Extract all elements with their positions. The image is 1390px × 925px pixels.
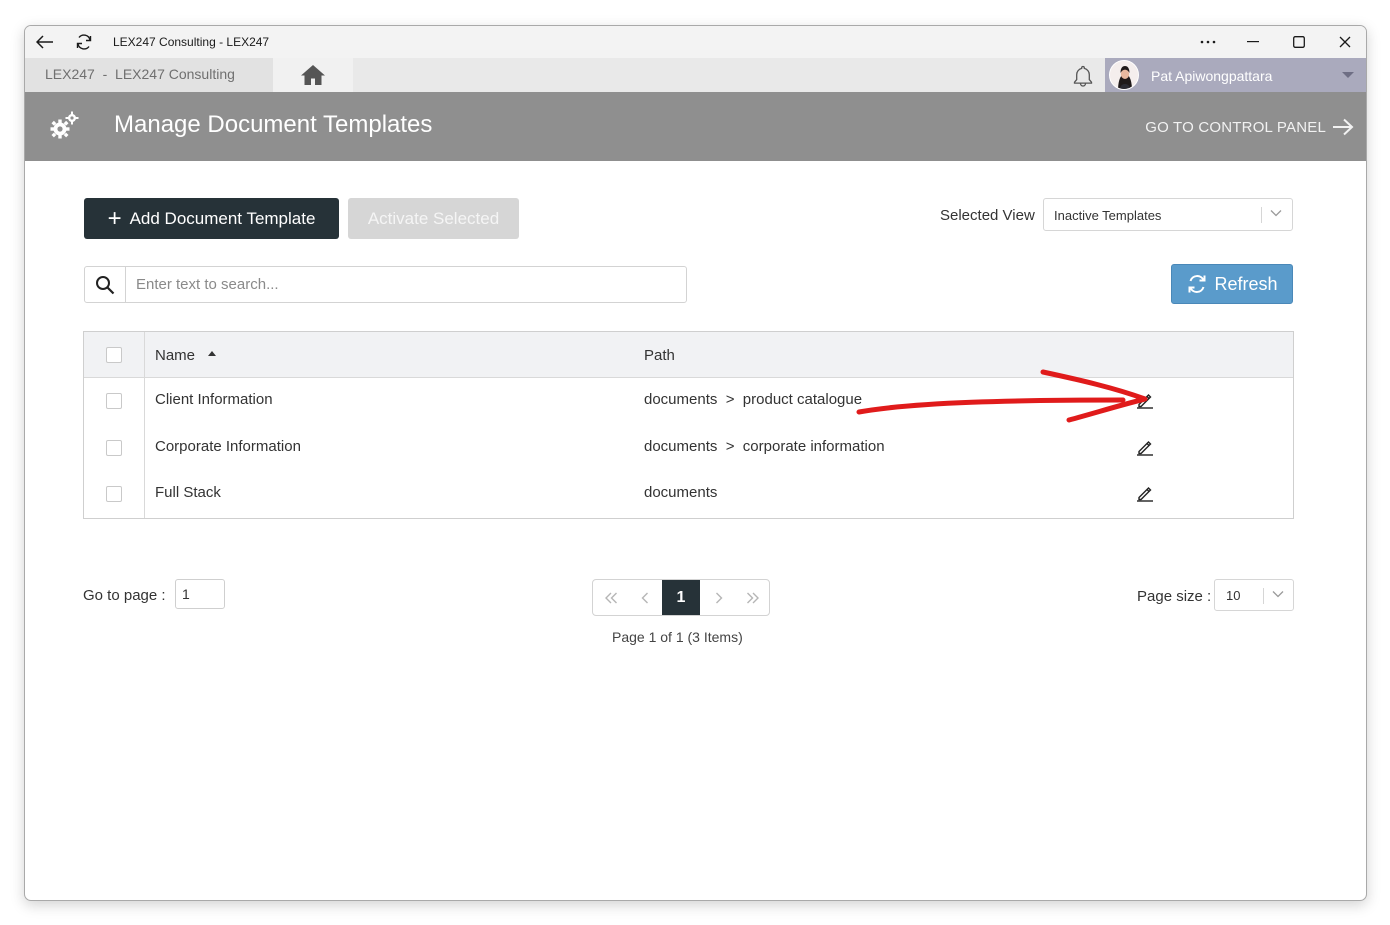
breadcrumb: LEX247 - LEX247 Consulting bbox=[45, 66, 235, 82]
title-bar: LEX247 Consulting - LEX247 bbox=[25, 26, 1366, 58]
add-document-template-label: Add Document Template bbox=[129, 208, 316, 228]
chevron-down-icon bbox=[1342, 72, 1354, 78]
avatar bbox=[1109, 60, 1139, 90]
edit-pencil-icon[interactable] bbox=[1134, 389, 1156, 411]
back-arrow-icon[interactable] bbox=[33, 31, 57, 53]
page-header: Manage Document Templates GO TO CONTROL … bbox=[25, 92, 1366, 161]
column-header-path[interactable]: Path bbox=[644, 347, 675, 364]
user-name: Pat Apiwongpattara bbox=[1151, 68, 1273, 84]
row-name: Corporate Information bbox=[155, 438, 301, 455]
home-button[interactable] bbox=[273, 58, 353, 92]
sort-ascending-icon[interactable] bbox=[208, 351, 216, 356]
chevron-down-icon bbox=[1272, 591, 1284, 598]
pager-summary: Page 1 of 1 (3 Items) bbox=[612, 629, 743, 645]
refresh-label: Refresh bbox=[1214, 273, 1278, 294]
app-window: LEX247 Consulting - LEX247 LEX247 - LEX2… bbox=[24, 25, 1367, 901]
edit-pencil-icon[interactable] bbox=[1134, 482, 1156, 504]
home-icon bbox=[301, 65, 325, 85]
page-size-dropdown[interactable]: 10 bbox=[1214, 579, 1294, 611]
minimize-icon[interactable] bbox=[1241, 31, 1265, 53]
go-to-page-input[interactable] bbox=[175, 579, 225, 609]
activate-selected-button[interactable]: Activate Selected bbox=[348, 198, 519, 239]
page-size-label: Page size : bbox=[1137, 588, 1212, 605]
go-to-control-panel-link[interactable]: GO TO CONTROL PANEL bbox=[1145, 118, 1354, 136]
refresh-button[interactable]: Refresh bbox=[1171, 264, 1293, 304]
control-panel-link-label: GO TO CONTROL PANEL bbox=[1145, 118, 1326, 136]
templates-table: Name Path Client Information documents >… bbox=[83, 331, 1294, 519]
arrow-right-icon bbox=[1333, 118, 1354, 136]
app-bar: LEX247 - LEX247 Consulting Pat Apiwongpa… bbox=[25, 58, 1366, 92]
page-size-value: 10 bbox=[1226, 588, 1241, 603]
refresh-icon bbox=[1188, 275, 1206, 293]
pager: 1 bbox=[592, 579, 770, 616]
select-all-checkbox[interactable] bbox=[106, 347, 122, 363]
selected-view-label: Selected View bbox=[940, 207, 1035, 224]
current-page-button[interactable]: 1 bbox=[662, 580, 700, 615]
more-options-icon[interactable] bbox=[1196, 31, 1220, 53]
table-header: Name Path bbox=[84, 332, 1293, 378]
selected-view-dropdown[interactable]: Inactive Templates bbox=[1043, 198, 1293, 231]
row-path: documents > product catalogue bbox=[644, 391, 863, 408]
search-input[interactable] bbox=[127, 267, 685, 302]
row-checkbox[interactable] bbox=[106, 393, 122, 409]
last-page-icon[interactable] bbox=[735, 580, 769, 615]
row-path: documents > corporate information bbox=[644, 438, 885, 455]
row-path: documents bbox=[644, 484, 718, 501]
row-name: Full Stack bbox=[155, 484, 221, 501]
window-title: LEX247 Consulting - LEX247 bbox=[113, 35, 270, 49]
next-page-icon[interactable] bbox=[701, 580, 736, 615]
table-row[interactable]: Full Stack documents bbox=[84, 471, 1293, 517]
first-page-icon[interactable] bbox=[593, 580, 628, 615]
row-checkbox[interactable] bbox=[106, 440, 122, 456]
gears-icon bbox=[49, 110, 81, 142]
edit-pencil-icon[interactable] bbox=[1134, 436, 1156, 458]
dropdown-separator bbox=[1261, 207, 1262, 223]
breadcrumb-tab[interactable]: LEX247 - LEX247 Consulting bbox=[25, 58, 273, 92]
row-checkbox[interactable] bbox=[106, 486, 122, 502]
table-row[interactable]: Corporate Information documents > corpor… bbox=[84, 425, 1293, 471]
page-title: Manage Document Templates bbox=[114, 111, 433, 138]
previous-page-icon[interactable] bbox=[627, 580, 662, 615]
reload-icon[interactable] bbox=[72, 31, 96, 53]
notification-bell-icon[interactable] bbox=[1071, 64, 1095, 88]
chevron-down-icon bbox=[1270, 210, 1282, 217]
search-icon[interactable] bbox=[85, 267, 126, 302]
search-box bbox=[84, 266, 687, 303]
add-document-template-button[interactable]: + Add Document Template bbox=[84, 198, 339, 239]
maximize-icon[interactable] bbox=[1287, 31, 1311, 53]
table-row[interactable]: Client Information documents > product c… bbox=[84, 378, 1293, 424]
selected-view-value: Inactive Templates bbox=[1054, 208, 1162, 223]
plus-icon: + bbox=[107, 204, 122, 232]
go-to-page-label: Go to page : bbox=[83, 587, 166, 604]
column-header-name[interactable]: Name bbox=[155, 347, 195, 364]
close-icon[interactable] bbox=[1333, 31, 1357, 53]
user-menu[interactable]: Pat Apiwongpattara bbox=[1105, 58, 1366, 92]
activate-selected-label: Activate Selected bbox=[367, 208, 500, 228]
row-name: Client Information bbox=[155, 391, 273, 408]
dropdown-separator bbox=[1263, 588, 1264, 604]
